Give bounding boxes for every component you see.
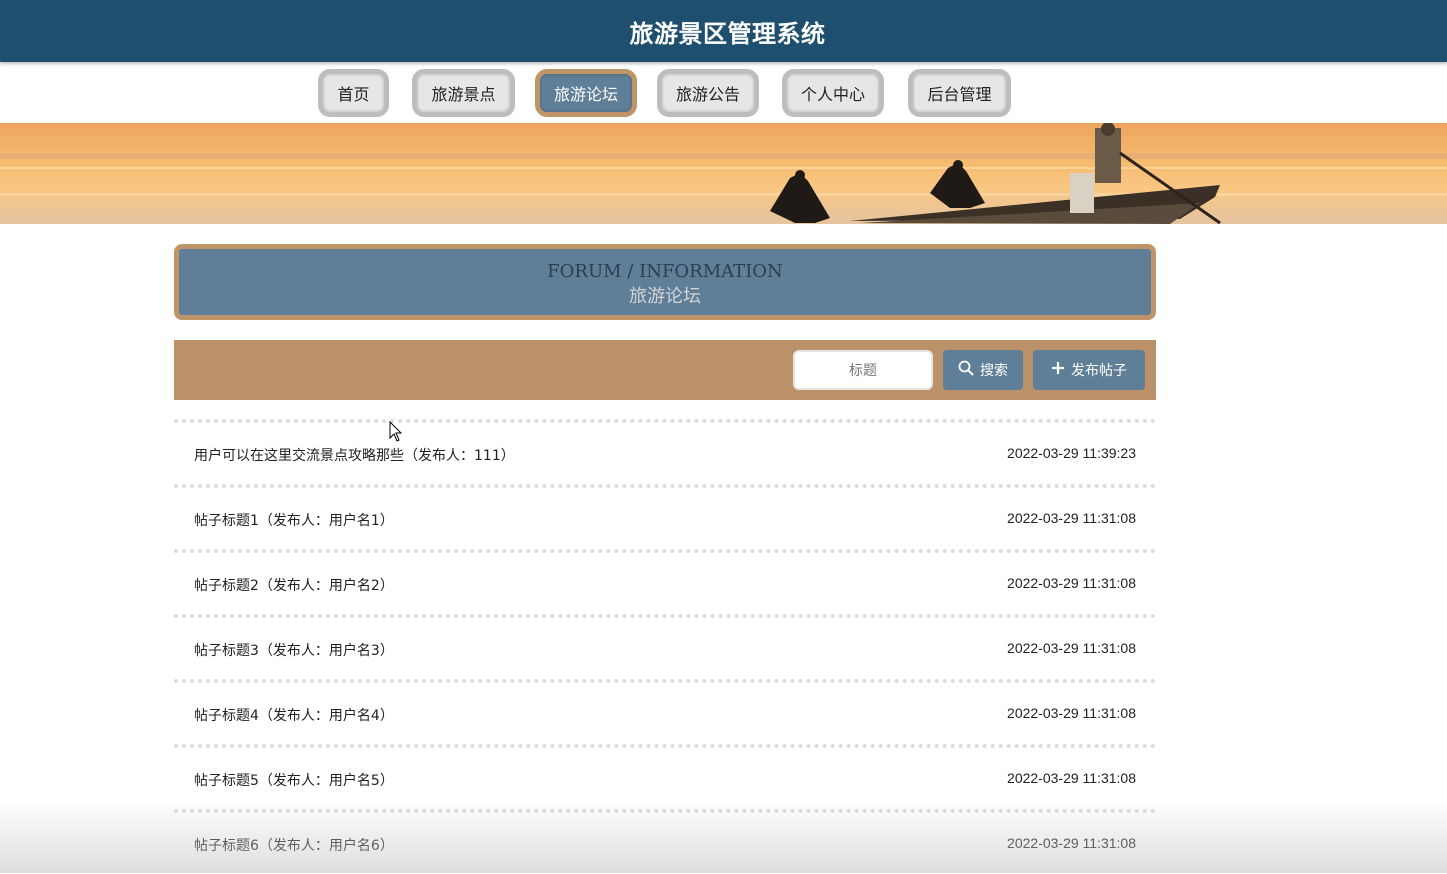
nav-home[interactable]: 首页 (318, 69, 389, 117)
post-row[interactable]: 帖子标题2（发布人：用户名2） 2022-03-29 11:31:08 (174, 549, 1156, 614)
post-list: 用户可以在这里交流景点攻略那些（发布人：111） 2022-03-29 11:3… (174, 419, 1156, 874)
nav-personal-center[interactable]: 个人中心 (782, 69, 884, 117)
new-post-button-label: 发布帖子 (1071, 363, 1127, 379)
post-row[interactable]: 帖子标题5（发布人：用户名5） 2022-03-29 11:31:08 (174, 744, 1156, 809)
nav-announcements[interactable]: 旅游公告 (657, 69, 759, 117)
app-title: 旅游景区管理系统 (629, 19, 826, 48)
search-icon (958, 360, 974, 380)
post-row[interactable]: 帖子标题1（发布人：用户名1） 2022-03-29 11:31:08 (174, 484, 1156, 549)
section-title-zh: 旅游论坛 (629, 286, 701, 307)
banner-image (0, 123, 1447, 224)
post-time: 2022-03-29 11:31:08 (1007, 770, 1136, 786)
post-time: 2022-03-29 11:31:08 (1007, 705, 1136, 721)
post-time: 2022-03-29 11:31:08 (1007, 510, 1136, 526)
post-title[interactable]: 帖子标题6（发布人：用户名6） (194, 835, 394, 855)
top-header: 旅游景区管理系统 (0, 0, 1447, 62)
post-row[interactable]: 用户可以在这里交流景点攻略那些（发布人：111） 2022-03-29 11:3… (174, 419, 1156, 484)
post-title[interactable]: 帖子标题4（发布人：用户名4） (194, 705, 394, 725)
post-row[interactable]: 帖子标题3（发布人：用户名3） 2022-03-29 11:31:08 (174, 614, 1156, 679)
post-title[interactable]: 帖子标题5（发布人：用户名5） (194, 770, 394, 790)
post-title[interactable]: 帖子标题2（发布人：用户名2） (194, 575, 394, 595)
post-row[interactable]: 帖子标题6（发布人：用户名6） 2022-03-29 11:31:08 (174, 809, 1156, 874)
nav-admin[interactable]: 后台管理 (908, 69, 1011, 117)
search-button-label: 搜索 (980, 363, 1008, 379)
banner-scene (0, 123, 1447, 224)
main-nav: 首页 旅游景点 旅游论坛 旅游公告 个人中心 后台管理 (0, 69, 1447, 117)
section-title-panel: FORUM / INFORMATION 旅游论坛 (174, 244, 1156, 320)
nav-forum[interactable]: 旅游论坛 (535, 69, 637, 117)
plus-icon (1051, 361, 1065, 379)
nav-attractions[interactable]: 旅游景点 (412, 69, 515, 117)
mouse-cursor-icon (389, 420, 403, 447)
search-toolbar: 搜索 发布帖子 (174, 340, 1156, 400)
search-button[interactable]: 搜索 (943, 350, 1023, 390)
new-post-button[interactable]: 发布帖子 (1033, 350, 1145, 390)
section-title-en: FORUM / INFORMATION (547, 261, 783, 282)
post-time: 2022-03-29 11:31:08 (1007, 640, 1136, 656)
post-time: 2022-03-29 11:31:08 (1007, 835, 1136, 851)
post-time: 2022-03-29 11:31:08 (1007, 575, 1136, 591)
post-title[interactable]: 用户可以在这里交流景点攻略那些（发布人：111） (194, 445, 515, 465)
post-title[interactable]: 帖子标题3（发布人：用户名3） (194, 640, 394, 660)
search-input[interactable] (793, 350, 933, 390)
post-row[interactable]: 帖子标题4（发布人：用户名4） 2022-03-29 11:31:08 (174, 679, 1156, 744)
post-title[interactable]: 帖子标题1（发布人：用户名1） (194, 510, 394, 530)
post-time: 2022-03-29 11:39:23 (1007, 445, 1136, 461)
